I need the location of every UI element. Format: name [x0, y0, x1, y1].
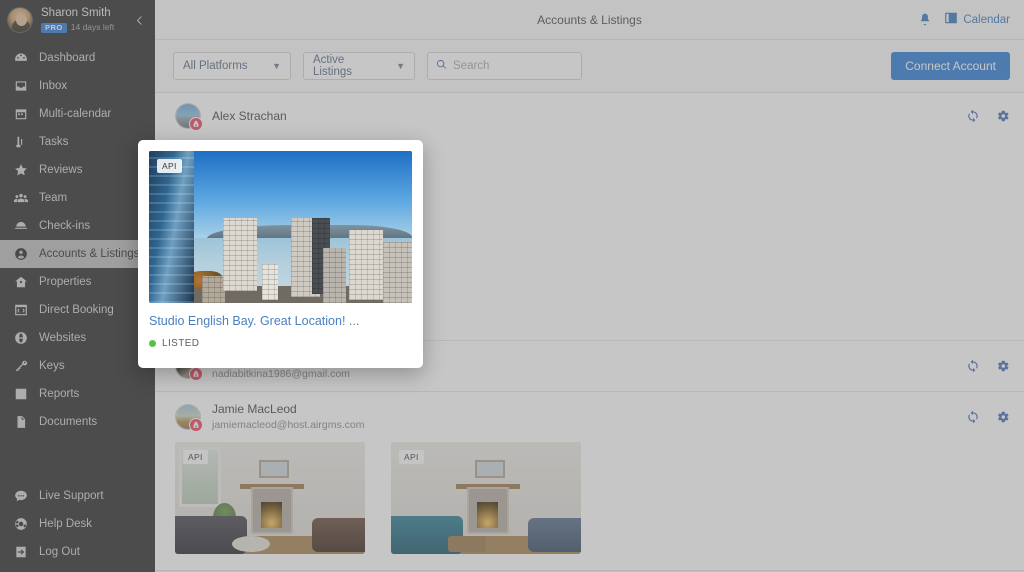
status-label: LISTED	[162, 338, 199, 349]
listing-preview-popup: API Studio English Bay. Great Location! …	[138, 140, 423, 368]
status-badge: LISTED	[149, 338, 412, 349]
status-dot-icon	[149, 340, 156, 347]
listing-preview-image: API	[149, 151, 412, 303]
app-root: Sharon Smith PRO 14 days left Dashboard	[0, 0, 1024, 572]
api-badge: API	[157, 159, 182, 173]
listing-preview-title[interactable]: Studio English Bay. Great Location! ...	[149, 314, 412, 329]
